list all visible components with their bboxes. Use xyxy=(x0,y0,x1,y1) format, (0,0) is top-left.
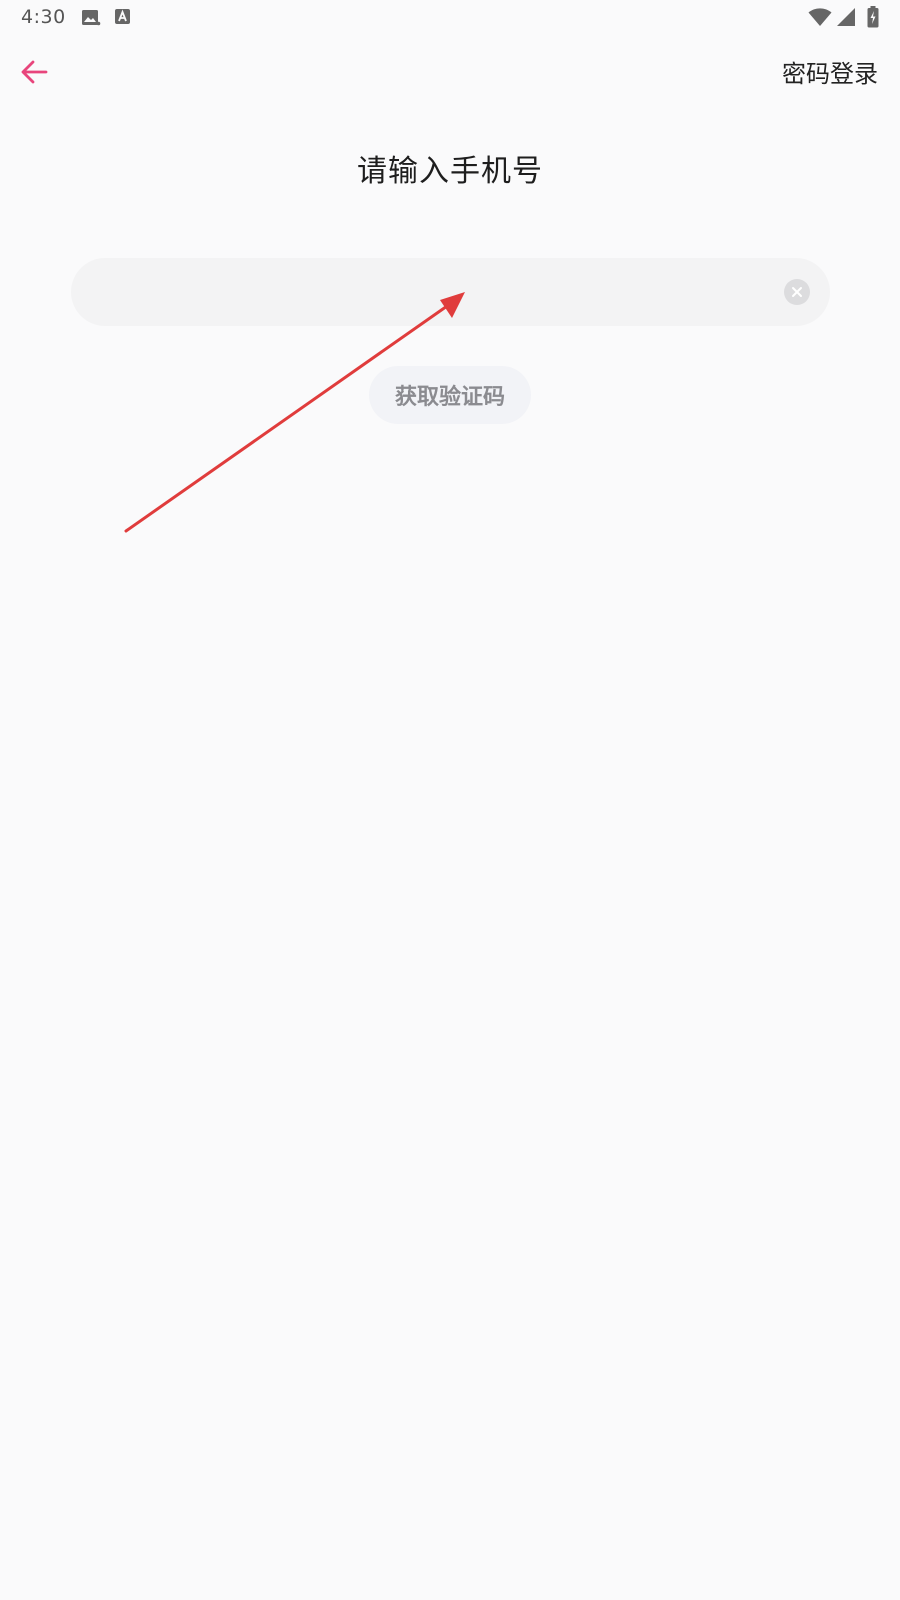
signal-icon xyxy=(836,7,856,31)
status-bar: 4:30 xyxy=(0,0,900,36)
back-button[interactable] xyxy=(12,52,56,96)
annotation-arrow xyxy=(124,292,465,533)
clear-input-button[interactable] xyxy=(784,279,810,305)
page-title: 请输入手机号 xyxy=(357,154,543,189)
password-login-link[interactable]: 密码登录 xyxy=(782,54,878,89)
image-icon xyxy=(81,8,101,32)
get-code-button[interactable]: 获取验证码 xyxy=(369,366,531,424)
arrow-left-icon xyxy=(19,57,49,91)
clear-circle-icon xyxy=(791,283,803,302)
top-bar: 密码登录 xyxy=(0,40,900,100)
status-time: 4:30 xyxy=(21,6,66,28)
phone-field[interactable] xyxy=(71,258,830,328)
battery-charging-icon xyxy=(867,6,879,32)
phone-input[interactable] xyxy=(101,258,745,328)
font-a-icon xyxy=(114,8,132,30)
wifi-icon xyxy=(808,7,832,31)
